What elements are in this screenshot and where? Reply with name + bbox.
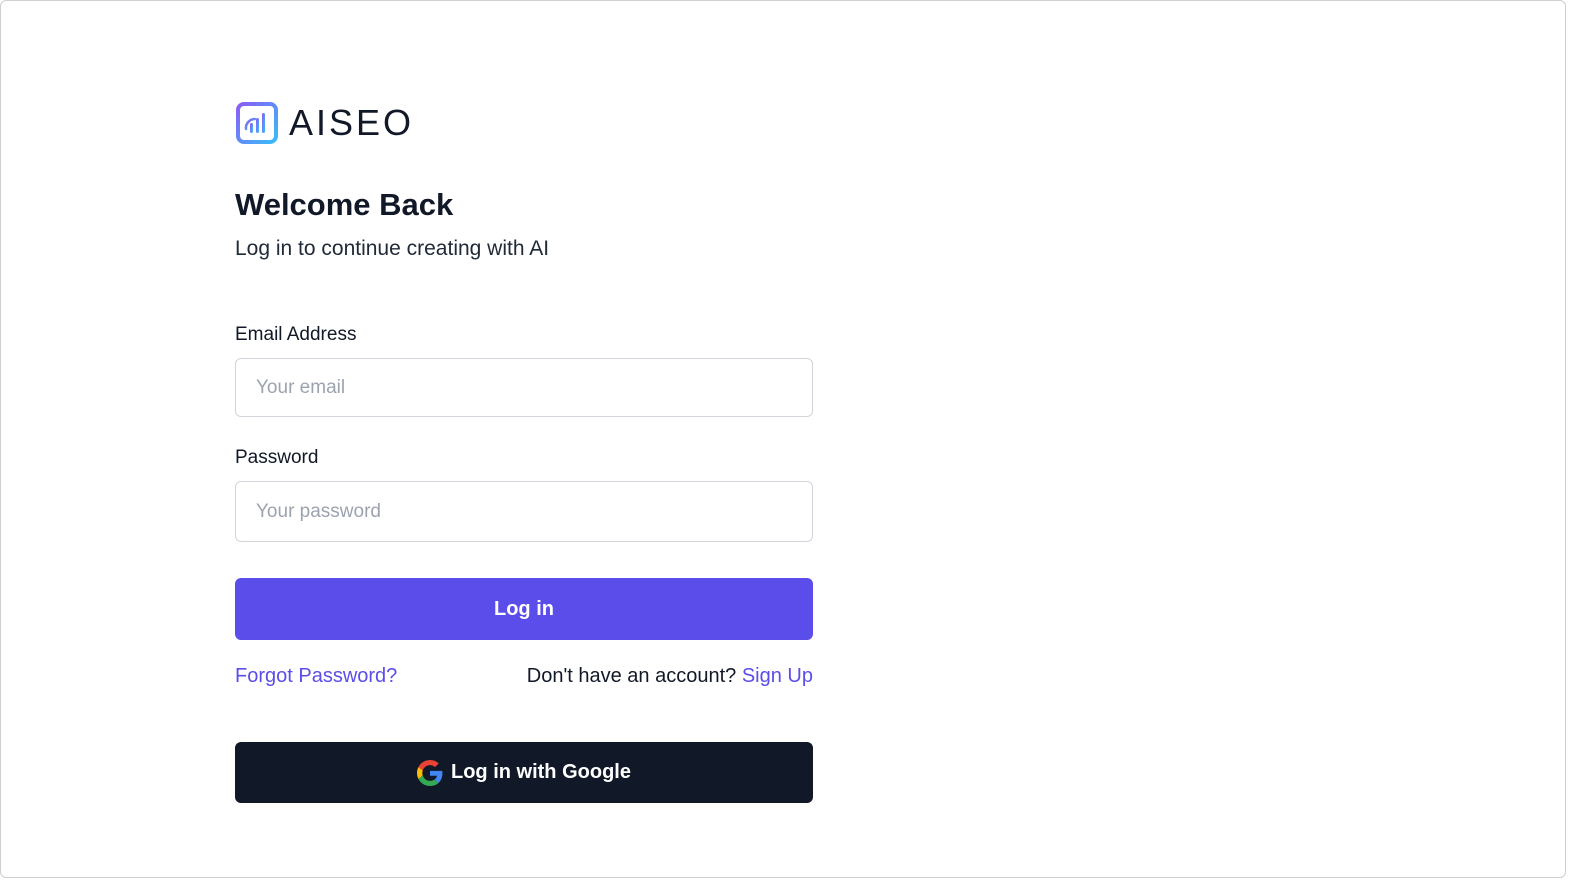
email-label: Email Address xyxy=(235,324,357,345)
signup-prompt: Don't have an account? Sign Up xyxy=(527,665,813,688)
aiseo-logo-icon xyxy=(236,102,278,144)
page-subtitle: Log in to continue creating with AI xyxy=(235,237,550,260)
password-field[interactable] xyxy=(235,481,813,542)
brand-logo: AISEO xyxy=(235,101,813,145)
sign-up-link[interactable]: Sign Up xyxy=(742,665,813,687)
login-form-container: AISEO Welcome Back Log in to continue cr… xyxy=(235,101,813,803)
login-button[interactable]: Log in xyxy=(235,578,813,640)
forgot-password-link[interactable]: Forgot Password? xyxy=(235,665,397,688)
brand-name: AISEO xyxy=(289,102,415,143)
login-page: AISEO Welcome Back Log in to continue cr… xyxy=(0,0,1566,878)
no-account-text: Don't have an account? xyxy=(526,664,737,687)
page-title: Welcome Back xyxy=(235,187,454,222)
google-login-label: Log in with Google xyxy=(451,761,631,783)
google-login-button[interactable]: Log in with Google xyxy=(235,742,813,803)
google-icon xyxy=(417,759,443,786)
auth-links-row: Forgot Password? Don't have an account? … xyxy=(235,664,813,688)
password-label: Password xyxy=(235,447,319,468)
email-field[interactable] xyxy=(235,358,813,417)
